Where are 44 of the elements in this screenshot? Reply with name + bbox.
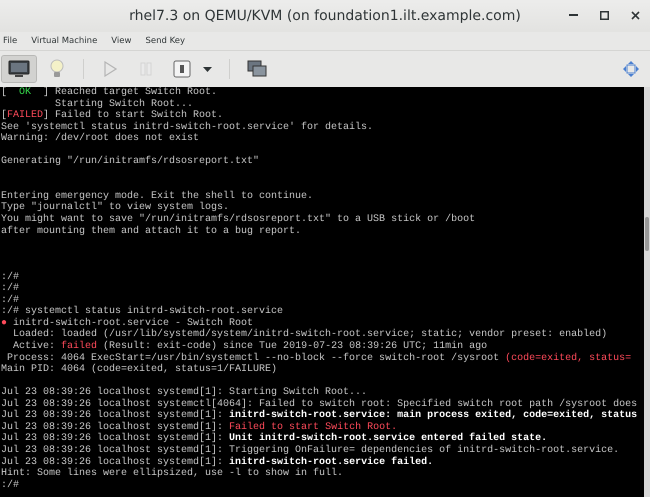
console-line: Jul 23 08:39:26 localhost systemd[1]: Unit initrd-switch-root.service entered failed state. bbox=[1, 433, 548, 444]
console-line: Jul 23 08:39:26 localhost systemd[1]: Failed to start Switch Root. bbox=[1, 422, 398, 433]
play-icon bbox=[103, 61, 117, 77]
console-line: :/# bbox=[1, 480, 20, 492]
menu-item[interactable]: File bbox=[3, 36, 18, 46]
console-line: Starting Switch Root... bbox=[54, 98, 194, 110]
console-line: ● initrd-switch-root.service - Switch Root bbox=[1, 318, 254, 329]
console-line: Jul 23 08:39:26 localhost systemd[1]: initrd-switch-root.service: main process exited, code=exited, status bbox=[1, 410, 638, 422]
scrollbar[interactable] bbox=[644, 87, 650, 497]
maximize-icon[interactable] bbox=[600, 11, 609, 20]
console-line: :/# bbox=[1, 294, 20, 306]
menu-item[interactable]: Virtual Machine bbox=[31, 36, 98, 46]
console-line: Jul 23 08:39:26 localhost systemd[1]: initrd-switch-root.service failed. bbox=[1, 456, 434, 468]
toolbar-button[interactable] bbox=[1, 55, 37, 83]
console-line: :/# bbox=[1, 272, 20, 283]
monitor-icon bbox=[8, 60, 30, 78]
fullscreen-arrows-icon[interactable] bbox=[623, 61, 639, 77]
console-line: Generating "/run/initramfs/rdsosreport.txt" bbox=[1, 156, 260, 168]
console-line: Type "journalctl" to view system logs. bbox=[1, 202, 230, 214]
switch-icon bbox=[173, 60, 191, 78]
console-line: Loaded: loaded (/usr/lib/systemd/system/initrd-switch-root.service; static; vendor preset: enabled) bbox=[12, 329, 608, 340]
console-line: [FAILED] Failed to start Switch Root. bbox=[1, 110, 224, 122]
console-line: See 'systemctl status initrd-switch-root.service' for details. bbox=[1, 122, 374, 133]
console-line: Hint: Some lines were ellipsized, use -l to show in full. bbox=[1, 468, 344, 480]
console-line: Jul 23 08:39:26 localhost systemd[1]: Triggering OnFailure= dependencies of initrd-switch-root.service. bbox=[1, 444, 620, 456]
console-line: :/# systemctl status initrd-switch-root.service bbox=[1, 306, 284, 318]
console-line: Active: failed (Result: exit-code) since Tue 2019-07-23 08:39:26 UTC; 11min ago bbox=[12, 341, 488, 352]
window-title: rhel7.3 on QEMU/KVM (on foundation1.ilt.example.com) bbox=[129, 8, 521, 24]
console-line: Process: 4064 ExecStart=/usr/bin/systemctl --no-block --force switch-root /sysroot (code=exited, status= bbox=[7, 352, 632, 364]
console-line: Jul 23 08:39:26 localhost systemd[1]: Starting Switch Root... bbox=[1, 387, 368, 398]
console-line: Warning: /dev/root does not exist bbox=[1, 133, 200, 145]
console-line: after mounting them and attach it to a bug report. bbox=[1, 226, 302, 238]
console-line: Jul 23 08:39:26 localhost systemctl[4064]: Failed to switch root: Specified switch root path /sysroot does bbox=[1, 398, 638, 410]
lightbulb-icon bbox=[49, 59, 65, 79]
console-line: [ OK ] Reached target Switch Root. bbox=[1, 87, 218, 98]
close-icon[interactable] bbox=[631, 11, 640, 20]
console-line: Entering emergency mode. Exit the shell to continue. bbox=[1, 190, 314, 202]
console-line: You might want to save "/run/initramfs/rdsosreport.txt" to a USB stick or /boot bbox=[1, 214, 476, 226]
menu-item[interactable]: Send Key bbox=[145, 36, 185, 46]
console-line: :/# bbox=[1, 283, 20, 294]
menu-item[interactable]: View bbox=[111, 36, 132, 46]
console-line: Main PID: 4064 (code=exited, status=1/FAILURE) bbox=[1, 364, 278, 376]
screens-icon bbox=[247, 60, 267, 78]
minimize-icon[interactable] bbox=[569, 14, 578, 17]
